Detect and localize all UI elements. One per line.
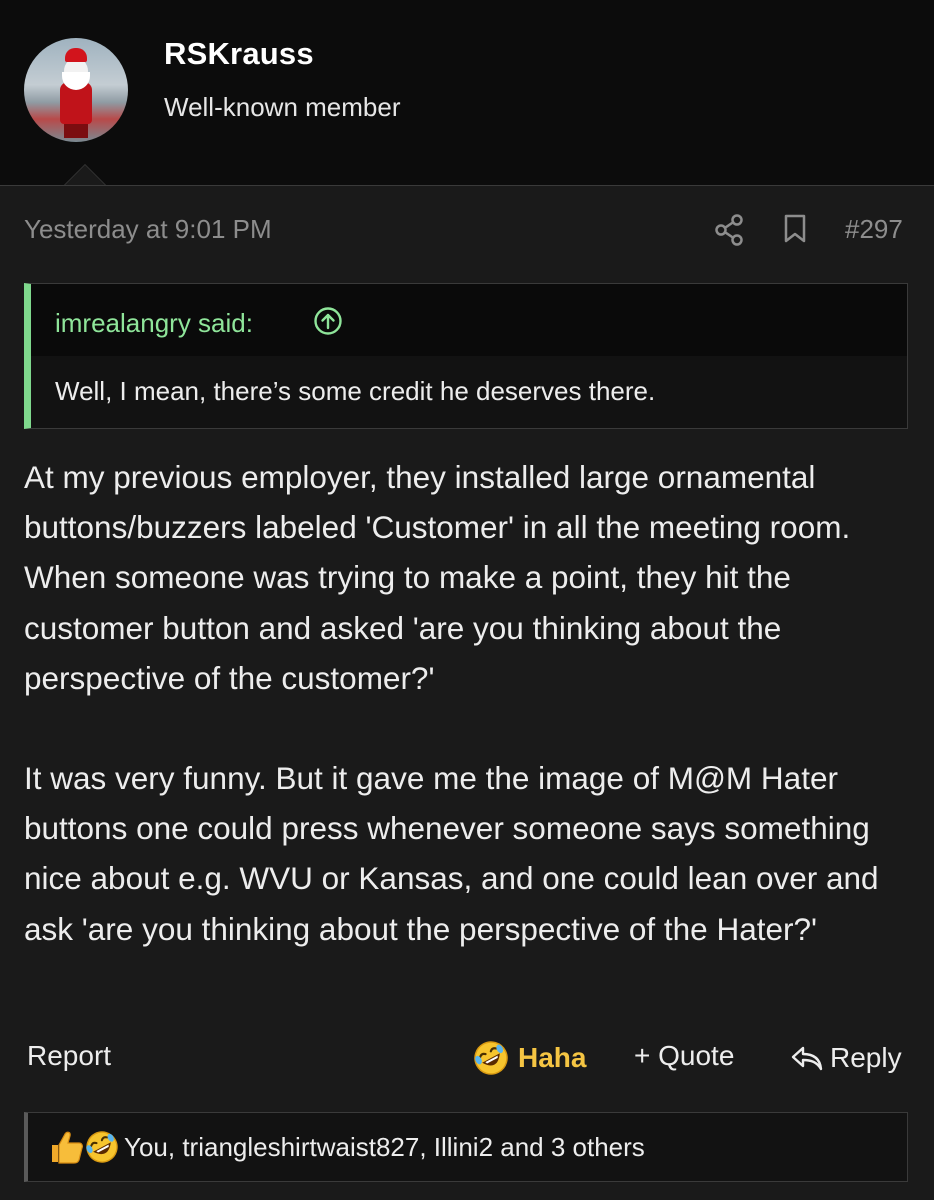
post-author-header: RSKrauss Well-known member	[0, 0, 934, 186]
author-user-title: Well-known member	[164, 92, 401, 122]
haha-reaction-button[interactable]: Haha	[472, 1036, 586, 1080]
reply-button[interactable]: Reply	[790, 1036, 902, 1080]
reply-arrow-icon	[791, 1046, 823, 1071]
arrow-up-circle-icon[interactable]	[313, 306, 343, 336]
quote-header: imrealangry said:	[31, 284, 907, 356]
share-icon[interactable]	[714, 214, 744, 246]
bookmark-icon[interactable]	[782, 214, 808, 244]
post-number[interactable]: #297	[845, 214, 903, 245]
rofl-icon	[86, 1131, 118, 1163]
haha-label: Haha	[518, 1042, 587, 1073]
reactions-summary[interactable]: You, triangleshirtwaist827, Illini2 and …	[124, 1132, 645, 1163]
reaction-icons	[52, 1131, 118, 1164]
quote-button[interactable]: + Quote	[634, 1040, 734, 1072]
post-body: At my previous employer, they installed …	[24, 452, 914, 954]
rofl-icon	[474, 1041, 508, 1075]
report-button[interactable]: Report	[27, 1040, 111, 1072]
quote-text: Well, I mean, there’s some credit he des…	[55, 376, 656, 406]
avatar[interactable]	[24, 38, 128, 142]
quote-block: imrealangry said: Well, I mean, there’s …	[24, 283, 908, 429]
post-timestamp[interactable]: Yesterday at 9:01 PM	[24, 214, 272, 245]
avatar-figure-legs	[64, 122, 88, 138]
post-paragraph: It was very funny. But it gave me the im…	[24, 760, 879, 947]
reactions-bar[interactable]: You, triangleshirtwaist827, Illini2 and …	[24, 1112, 908, 1182]
avatar-figure-hat	[65, 48, 87, 62]
quote-author[interactable]: imrealangry said:	[55, 308, 253, 339]
reply-label: Reply	[830, 1042, 902, 1073]
author-username[interactable]: RSKrauss	[164, 36, 314, 72]
header-pointer	[64, 164, 106, 185]
thumbs-up-icon	[52, 1131, 83, 1164]
post-paragraph: At my previous employer, they installed …	[24, 459, 851, 696]
